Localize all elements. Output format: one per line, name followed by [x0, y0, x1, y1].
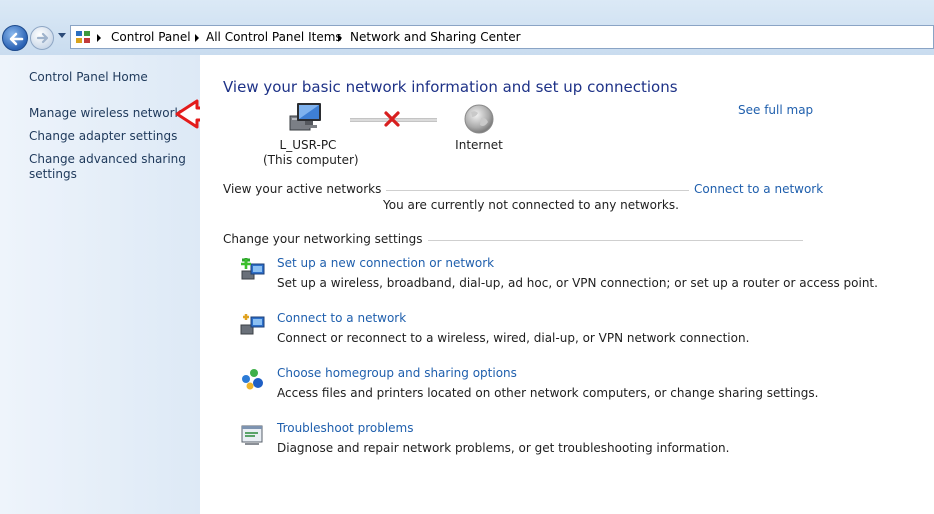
computer-icon[interactable]: [289, 102, 323, 134]
breadcrumb-all-items[interactable]: All Control Panel Items: [206, 30, 342, 44]
connect-network-icon: [240, 314, 265, 335]
recent-pages-dropdown[interactable]: [58, 33, 66, 38]
see-full-map-link[interactable]: See full map: [738, 103, 813, 117]
internet-label: Internet: [455, 138, 503, 152]
sidebar-item-advanced-sharing-cont[interactable]: settings: [29, 167, 77, 182]
connect-network-desc: Connect or reconnect to a wireless, wire…: [277, 331, 750, 345]
main-content: View your basic network information and …: [200, 55, 934, 514]
setup-connection-link[interactable]: Set up a new connection or network: [277, 256, 494, 270]
address-bar: Control Panel All Control Panel Items Ne…: [0, 0, 934, 55]
change-settings-heading: Change your networking settings: [223, 232, 428, 246]
forward-button[interactable]: [30, 26, 54, 50]
address-field[interactable]: Control Panel All Control Panel Items Ne…: [70, 25, 934, 49]
control-panel-icon: [76, 31, 90, 43]
forward-arrow-icon: [36, 32, 49, 44]
not-connected-status: You are currently not connected to any n…: [383, 198, 679, 212]
sidebar-item-control-panel-home[interactable]: Control Panel Home: [29, 70, 148, 85]
task-connect-network: Connect to a network Connect or reconnec…: [240, 311, 840, 353]
homegroup-desc: Access files and printers located on oth…: [277, 386, 819, 400]
active-networks-heading: View your active networks: [223, 182, 387, 196]
computer-sublabel: (This computer): [263, 153, 359, 167]
connect-network-task-link[interactable]: Connect to a network: [277, 311, 406, 325]
breadcrumb-network-sharing-center[interactable]: Network and Sharing Center: [350, 30, 521, 44]
computer-name-label: L_USR-PC: [279, 138, 337, 152]
breadcrumb-separator[interactable]: [195, 34, 199, 42]
troubleshoot-desc: Diagnose and repair network problems, or…: [277, 441, 730, 455]
sidebar-item-advanced-sharing[interactable]: Change advanced sharing: [29, 152, 186, 167]
sidebar: Control Panel Home Manage wireless netwo…: [0, 55, 200, 514]
breadcrumb-separator[interactable]: [338, 34, 342, 42]
page-title: View your basic network information and …: [223, 78, 678, 96]
homegroup-link[interactable]: Choose homegroup and sharing options: [277, 366, 517, 380]
back-button[interactable]: [2, 25, 28, 51]
sidebar-item-adapter-settings[interactable]: Change adapter settings: [29, 129, 177, 144]
sidebar-item-manage-wireless[interactable]: Manage wireless networks: [29, 106, 188, 121]
troubleshoot-link[interactable]: Troubleshoot problems: [277, 421, 413, 435]
task-homegroup: Choose homegroup and sharing options Acc…: [240, 366, 840, 408]
setup-connection-desc: Set up a wireless, broadband, dial-up, a…: [277, 276, 878, 290]
task-troubleshoot: Troubleshoot problems Diagnose and repai…: [240, 421, 840, 463]
breadcrumb-separator[interactable]: [97, 34, 101, 42]
connect-to-network-link[interactable]: Connect to a network: [689, 182, 824, 196]
breadcrumb-control-panel[interactable]: Control Panel: [111, 30, 191, 44]
disconnected-x-icon[interactable]: [383, 110, 401, 128]
back-arrow-icon: [9, 32, 24, 46]
internet-globe-icon[interactable]: [463, 103, 495, 135]
task-setup-connection: Set up a new connection or network Set u…: [240, 256, 878, 298]
new-connection-icon: [241, 258, 265, 280]
homegroup-icon: [242, 369, 263, 390]
troubleshoot-icon: [241, 425, 263, 445]
